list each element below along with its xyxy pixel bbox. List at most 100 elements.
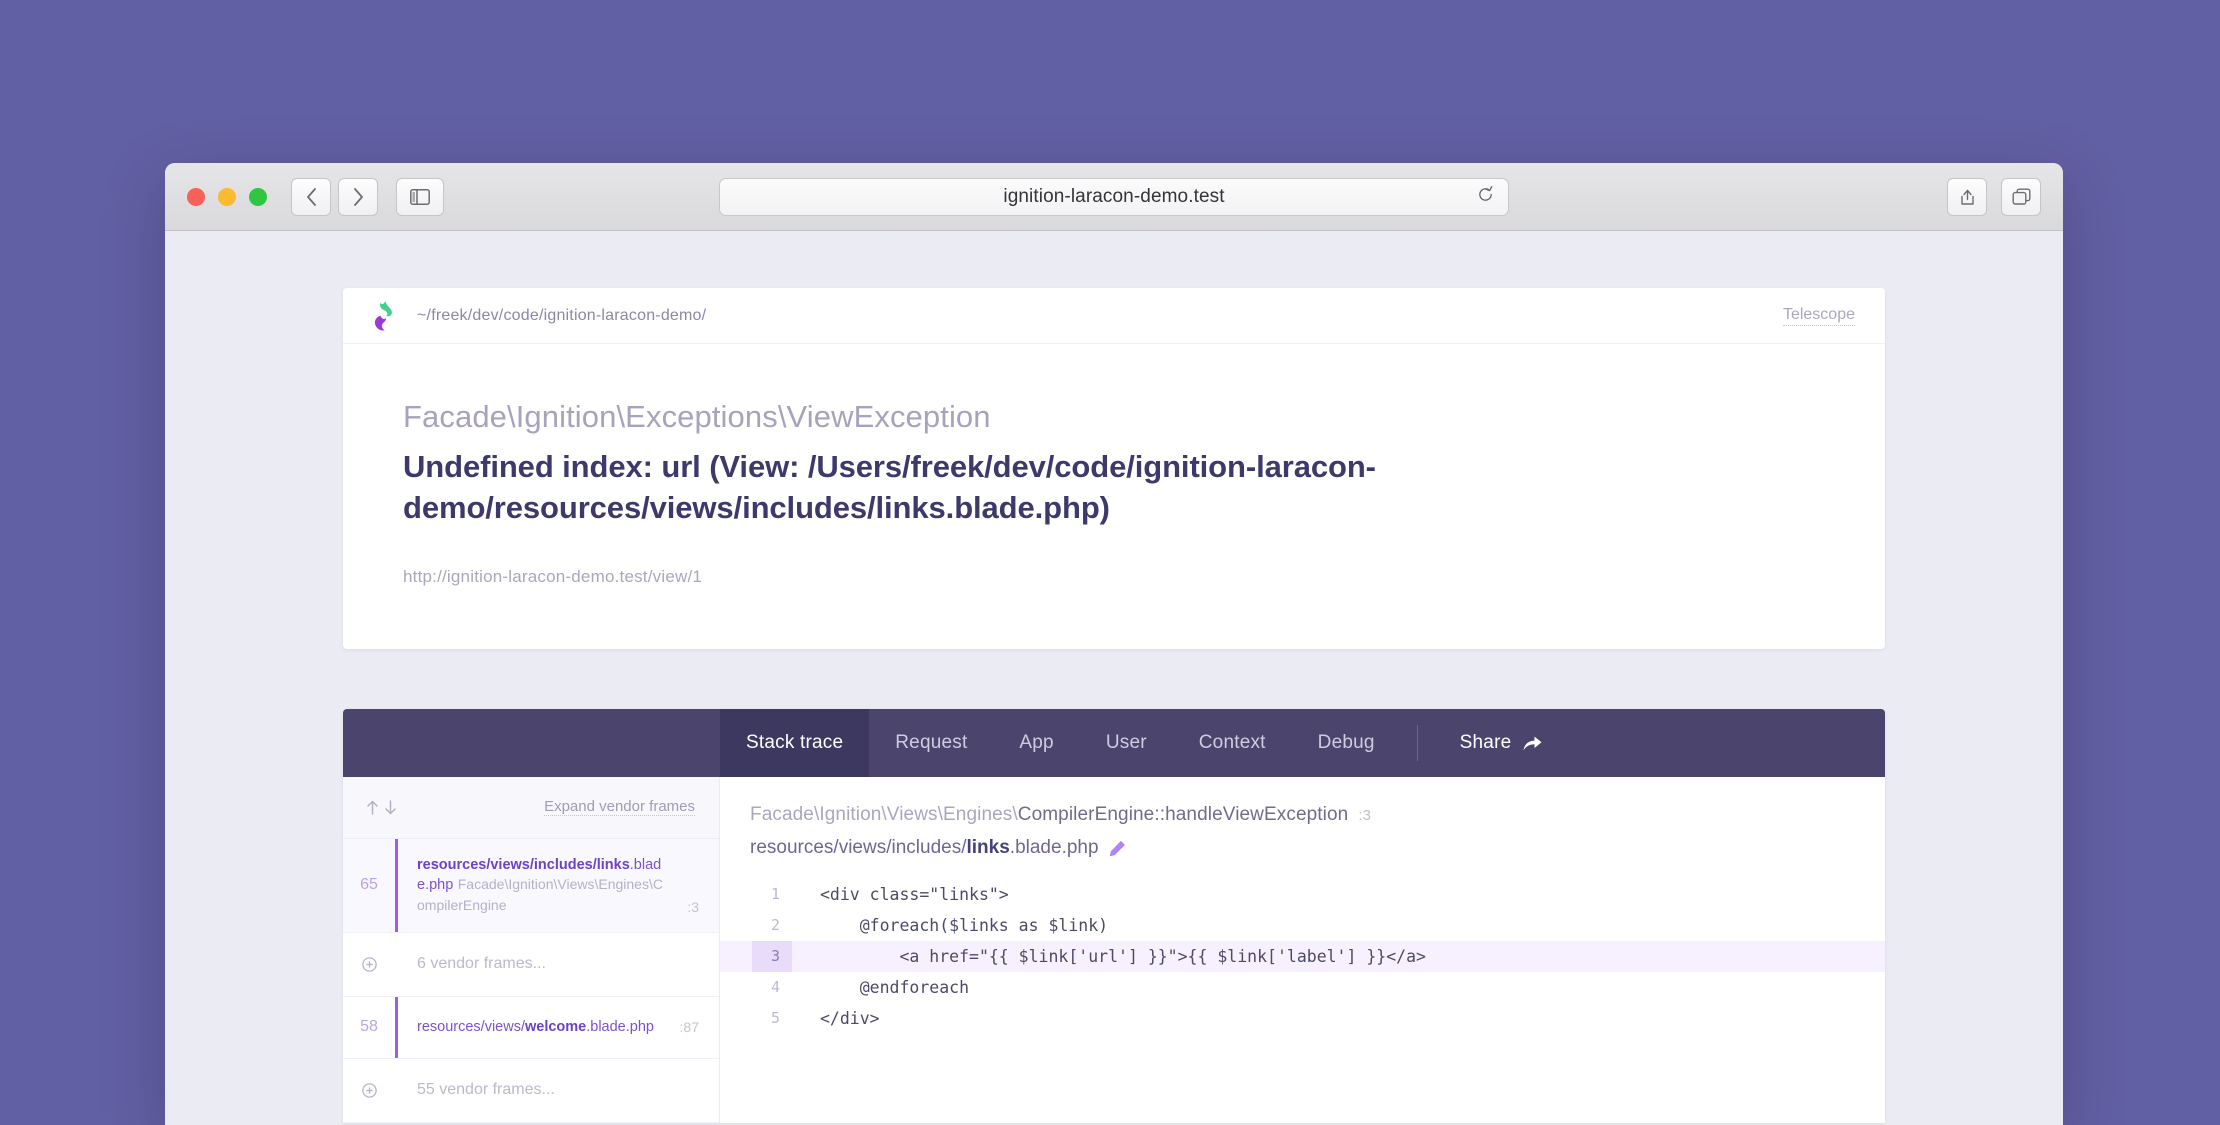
toggle-sidebar-button[interactable] — [396, 177, 444, 216]
frame-info: resources/views/welcome.blade.php — [395, 1001, 680, 1054]
vendor-frames-group-2[interactable]: 55 vendor frames... — [343, 1058, 719, 1123]
tab-app[interactable]: App — [993, 709, 1079, 777]
vendor-frames-label: 55 vendor frames... — [417, 1081, 555, 1099]
expand-icon — [343, 956, 395, 973]
maximize-window-button[interactable] — [249, 187, 267, 206]
tab-label: Context — [1198, 731, 1266, 753]
tab-request[interactable]: Request — [869, 709, 993, 777]
trace-body: Expand vendor frames 65 resources/views/… — [343, 776, 1885, 1123]
app-header-bar: ~/freek/dev/code/ignition-laracon-demo/ … — [343, 288, 1885, 344]
code-line-number: 4 — [770, 978, 780, 997]
code-block: 1 <div class="links"> 2 @foreach($links … — [720, 879, 1885, 1054]
chevron-right-icon — [353, 187, 363, 206]
tabbar: Stack trace Request App User Context Deb… — [343, 708, 1885, 777]
sort-arrows[interactable] — [365, 799, 398, 816]
telescope-link[interactable]: Telescope — [1782, 306, 1855, 326]
code-line[interactable]: 2 @foreach($links as $link) — [720, 910, 1885, 941]
ignition-logo-icon — [374, 300, 392, 330]
code-panel: Facade\Ignition\Views\Engines\CompilerEn… — [720, 776, 1885, 1123]
expand-icon — [343, 1082, 395, 1099]
frame-number: 58 — [360, 1018, 378, 1036]
circle-plus-icon — [361, 1082, 377, 1098]
frame-item-58[interactable]: 58 resources/views/welcome.blade.php :87 — [343, 996, 719, 1059]
exception-card: ~/freek/dev/code/ignition-laracon-demo/ … — [343, 288, 1885, 649]
code-frame-file: resources/views/includes/links.blade.php — [750, 837, 1855, 859]
code-line-text: @foreach($links as $link) — [820, 916, 1109, 936]
code-frame-file-ext: .blade.php — [1009, 837, 1099, 859]
project-path: ~/freek/dev/code/ignition-laracon-demo/ — [417, 306, 707, 324]
share-icon — [1960, 189, 1974, 205]
frame-class: Facade\Ignition\Views\Engines\CompilerEn… — [417, 876, 663, 913]
frame-line-number: :3 — [687, 898, 699, 915]
navigation-buttons — [291, 177, 378, 216]
code-line-text: </div> — [820, 1009, 880, 1029]
code-line-number: 5 — [770, 1009, 780, 1028]
code-line[interactable]: 1 <div class="links"> — [720, 879, 1885, 910]
code-line-text: @endforeach — [820, 978, 970, 998]
expand-vendor-frames-button[interactable]: Expand vendor frames — [544, 798, 695, 817]
forward-button[interactable] — [338, 177, 378, 216]
code-frame-class: Facade\Ignition\Views\Engines\CompilerEn… — [750, 801, 1855, 830]
stack-trace-card: Stack trace Request App User Context Deb… — [343, 708, 1885, 1123]
frame-file-name: links — [596, 856, 630, 873]
reload-icon — [1479, 185, 1493, 201]
code-frame-class-prefix: Facade\Ignition\Views\Engines\ — [750, 803, 1018, 825]
share-tab-label: Share — [1459, 731, 1512, 753]
frame-item-65[interactable]: 65 resources/views/includes/links.blade.… — [343, 838, 719, 933]
frame-info: resources/views/includes/links.blade.php… — [395, 839, 687, 932]
code-frame-class-name: CompilerEngine::handleViewException — [1017, 803, 1349, 825]
browser-titlebar: ignition-laracon-demo.test — [165, 163, 2063, 231]
tab-divider — [1416, 724, 1418, 761]
address-bar-url: ignition-laracon-demo.test — [1003, 185, 1225, 207]
edit-pencil-icon[interactable] — [1109, 840, 1126, 857]
code-line-number: 3 — [752, 941, 792, 973]
exception-request-url: http://ignition-laracon-demo.test/view/1 — [403, 566, 703, 586]
tab-label: User — [1105, 731, 1147, 753]
circle-plus-icon — [361, 956, 377, 972]
exception-summary: Facade\Ignition\Exceptions\ViewException… — [343, 344, 1885, 649]
code-line[interactable]: 4 @endforeach — [720, 972, 1885, 1003]
code-line[interactable]: 5 </div> — [720, 1003, 1885, 1034]
browser-window: ignition-laracon-demo.test ~/freek/dev/c… — [165, 163, 2063, 1125]
code-line-text: <div class="links"> — [820, 885, 1009, 905]
frame-file-ext: .blade.php — [586, 1018, 654, 1035]
tab-label: Stack trace — [746, 731, 844, 753]
code-line-text: <a href="{{ $link['url'] }}">{{ $link['l… — [820, 947, 1426, 967]
share-arrow-icon — [1523, 736, 1542, 751]
share-tab[interactable]: Share — [1434, 709, 1569, 777]
tab-label: Debug — [1317, 731, 1375, 753]
frame-number: 65 — [360, 876, 378, 894]
tab-label: App — [1019, 731, 1054, 753]
arrow-up-icon — [367, 800, 378, 815]
reload-button[interactable] — [1477, 185, 1494, 208]
share-button[interactable] — [1947, 177, 1987, 216]
tab-context[interactable]: Context — [1173, 709, 1292, 777]
code-panel-header: Facade\Ignition\Views\Engines\CompilerEn… — [720, 777, 1885, 880]
frame-line-number: :87 — [679, 1019, 699, 1036]
arrow-down-icon — [385, 800, 396, 815]
tab-user[interactable]: User — [1080, 709, 1173, 777]
code-line-number: 2 — [770, 916, 780, 935]
address-bar[interactable]: ignition-laracon-demo.test — [719, 177, 1509, 216]
back-button[interactable] — [291, 177, 331, 216]
code-frame-line: :3 — [1358, 806, 1372, 824]
code-frame-file-prefix: resources/views/includes/ — [750, 837, 967, 859]
titlebar-right-actions — [1947, 177, 2041, 216]
code-frame-file-name: links — [966, 837, 1010, 859]
frame-file-dir: resources/views/includes/ — [417, 856, 597, 873]
tab-debug[interactable]: Debug — [1292, 709, 1401, 777]
code-line-highlighted[interactable]: 3 <a href="{{ $link['url'] }}">{{ $link[… — [720, 941, 1885, 973]
close-window-button[interactable] — [187, 187, 205, 206]
frame-file: resources/views/welcome.blade.php — [417, 1019, 654, 1035]
frames-panel: Expand vendor frames 65 resources/views/… — [343, 776, 720, 1123]
code-line-number: 1 — [770, 885, 780, 904]
code-frame-file-text: resources/views/includes/links.blade.php — [750, 837, 1099, 859]
minimize-window-button[interactable] — [218, 187, 236, 206]
tab-stack-trace[interactable]: Stack trace — [720, 708, 870, 777]
frame-file-prefix: resources/views/ — [417, 1018, 525, 1035]
tab-overview-icon — [2012, 188, 2031, 205]
page-content: ~/freek/dev/code/ignition-laracon-demo/ … — [165, 288, 2063, 1125]
vendor-frames-label: 6 vendor frames... — [417, 955, 546, 973]
tab-overview-button[interactable] — [2001, 177, 2041, 216]
vendor-frames-group-1[interactable]: 6 vendor frames... — [343, 932, 719, 997]
